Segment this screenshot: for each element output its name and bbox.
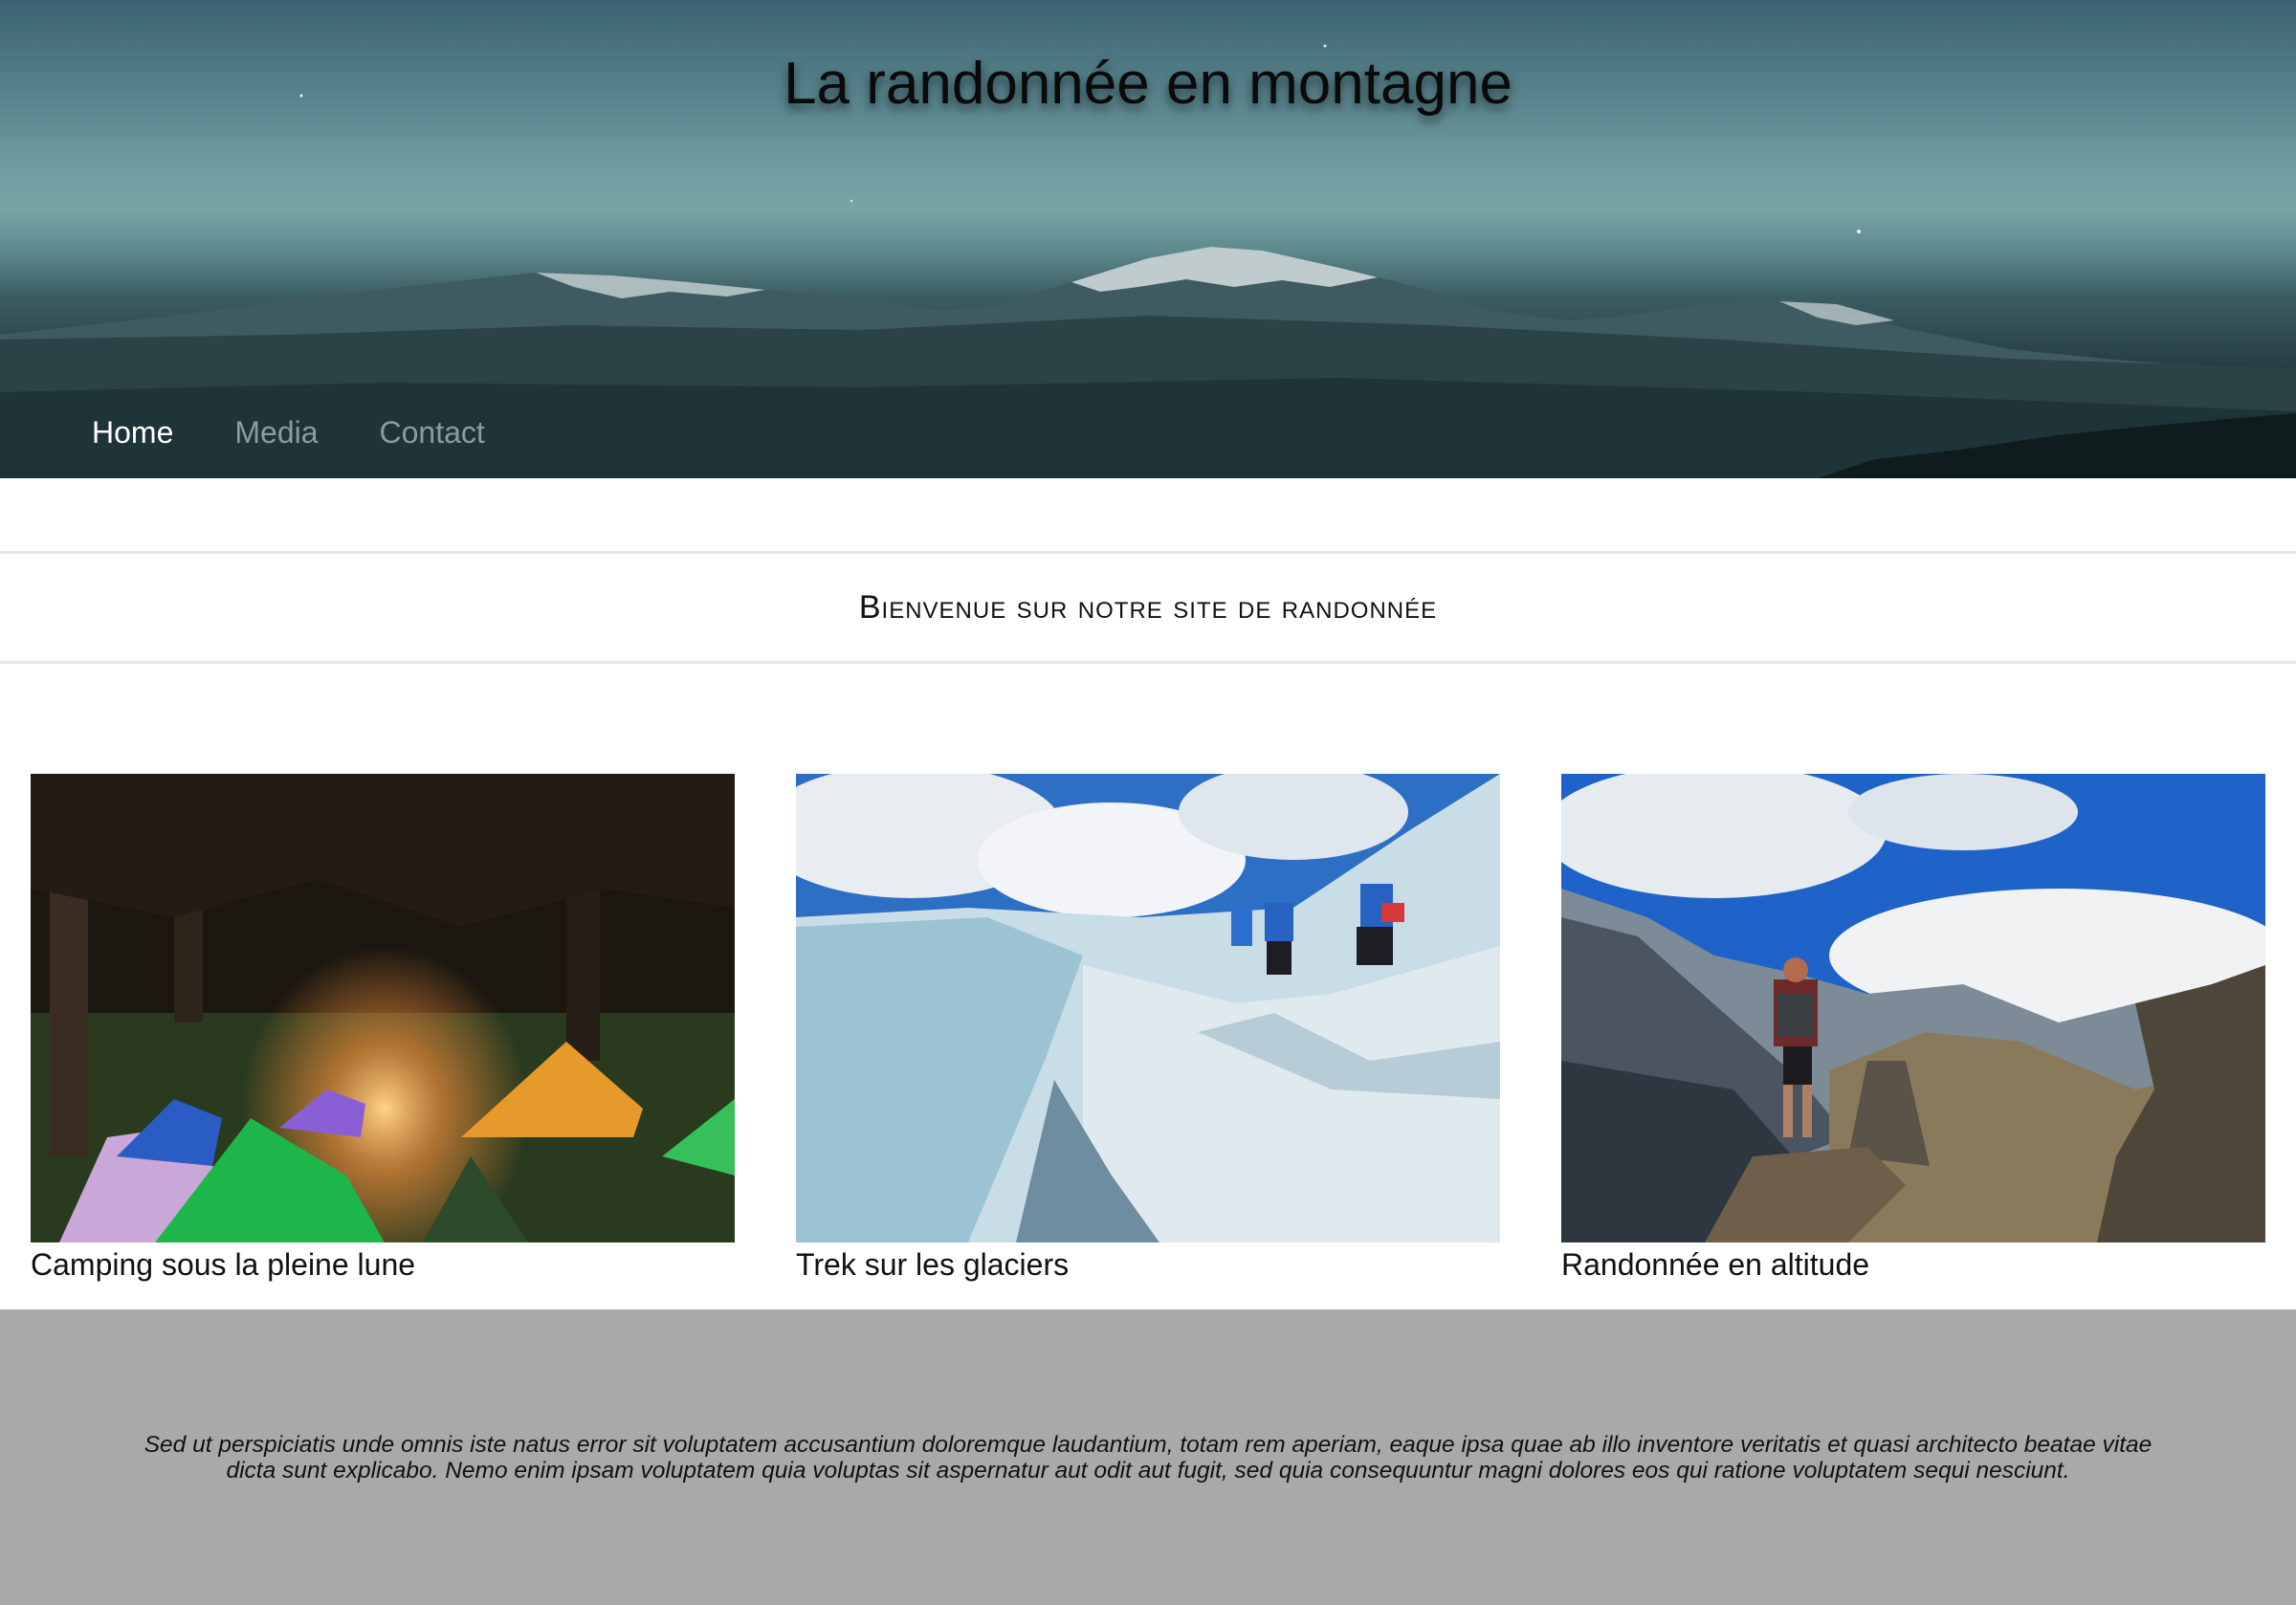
- card-caption: Camping sous la pleine lune: [31, 1247, 416, 1282]
- card-altitude[interactable]: Randonnée en altitude: [1561, 774, 2265, 1283]
- camping-tents-at-night-image: [31, 774, 735, 1242]
- nav-home-link[interactable]: Home: [92, 415, 173, 451]
- activity-cards: Camping sous la pleine lune Trek sur les…: [31, 774, 2265, 1283]
- high-altitude-hiker-image: [1561, 774, 2265, 1242]
- welcome-heading: Bienvenue sur notre site de randonnée: [858, 588, 1438, 626]
- nav-contact-link[interactable]: Contact: [380, 415, 485, 451]
- card-camping[interactable]: Camping sous la pleine lune: [31, 774, 735, 1283]
- welcome-section: Bienvenue sur notre site de randonnée: [0, 551, 2296, 664]
- card-caption: Randonnée en altitude: [1561, 1247, 1870, 1282]
- footer-text: Sed ut perspiciatis unde omnis iste natu…: [144, 1431, 2152, 1484]
- main-navigation: Home Media Contact: [92, 415, 485, 451]
- hero-banner: La randonnée en montagne Home Media Cont…: [0, 0, 2296, 478]
- footer: Sed ut perspiciatis unde omnis iste natu…: [0, 1309, 2296, 1605]
- nav-media-link[interactable]: Media: [234, 415, 318, 451]
- card-glacier[interactable]: Trek sur les glaciers: [796, 774, 1500, 1283]
- page-title: La randonnée en montagne: [784, 51, 1512, 117]
- card-caption: Trek sur les glaciers: [796, 1247, 1070, 1282]
- glacier-trek-image: [796, 774, 1500, 1242]
